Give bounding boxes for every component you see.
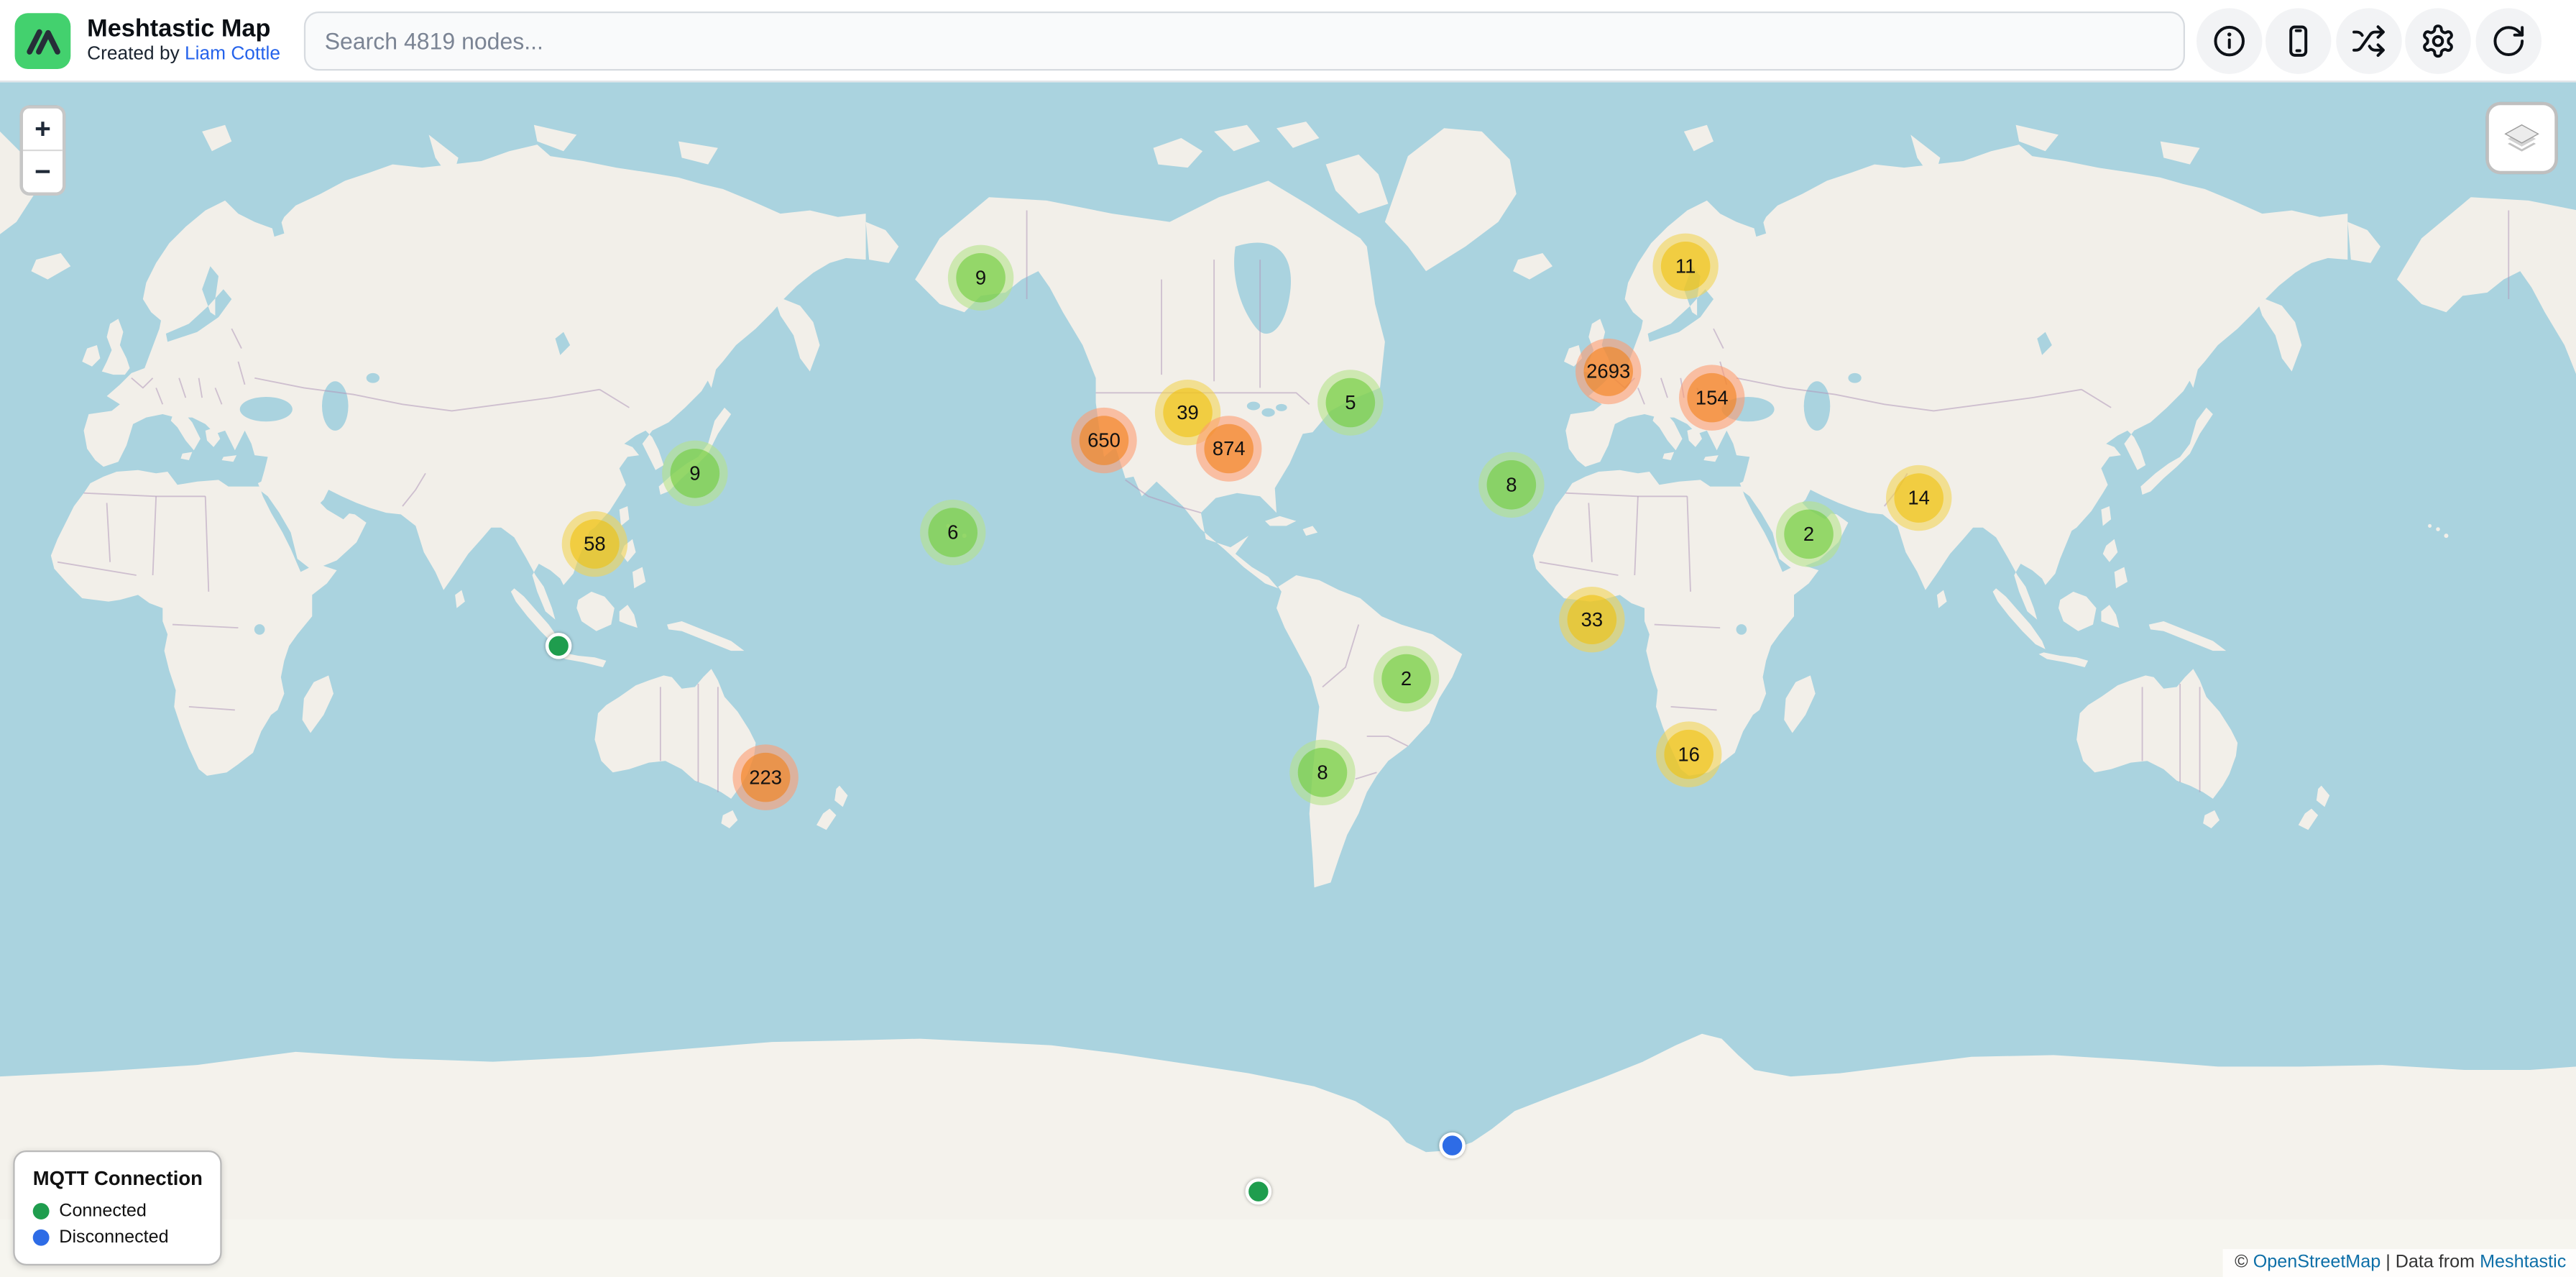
mqtt-legend: MQTT Connection Connected Disconnected [13,1150,222,1265]
node-cluster-marker[interactable]: 2 [1374,646,1439,711]
mobile-app-button[interactable] [2266,7,2331,73]
legend-label: Disconnected [59,1227,168,1247]
meshtastic-link[interactable]: Meshtastic [2480,1253,2566,1272]
connected-dot-icon [33,1203,50,1219]
legend-label: Connected [59,1202,147,1221]
node-cluster-marker[interactable]: 154 [1679,365,1744,430]
osm-link[interactable]: OpenStreetMap [2253,1253,2381,1272]
gear-icon [2420,22,2456,58]
legend-title: MQTT Connection [33,1167,203,1190]
smartphone-icon [2281,22,2317,58]
node-cluster-marker[interactable]: 16 [1656,721,1721,787]
meshtastic-logo-icon [15,12,71,68]
node-cluster-marker[interactable]: 8 [1289,740,1355,805]
node-cluster-marker[interactable]: 6 [920,500,985,565]
node-cluster-marker[interactable]: 9 [662,441,727,506]
info-icon [2211,22,2247,58]
node-cluster-marker[interactable]: 11 [1652,234,1718,299]
legend-item-connected: Connected [33,1202,203,1221]
random-node-button[interactable] [2335,7,2401,73]
node-cluster-marker[interactable]: 874 [1196,416,1261,481]
shuffle-icon [2350,22,2386,58]
map-canvas[interactable]: + − 939650874526931541183316214958628223… [0,82,2576,1277]
layers-icon [2499,115,2545,161]
header-buttons [2196,7,2541,73]
refresh-icon [2490,22,2526,58]
author-link[interactable]: Liam Cottle [185,44,280,63]
page-title: Meshtastic Map [87,15,280,43]
node-cluster-marker[interactable]: 2 [1776,501,1841,567]
settings-button[interactable] [2406,7,2471,73]
node-cluster-marker[interactable]: 8 [1478,452,1544,518]
search-input[interactable] [303,11,2184,70]
node-marker-connected[interactable] [546,633,572,659]
byline: Created by Liam Cottle [87,44,280,65]
disconnected-dot-icon [33,1230,50,1246]
info-button[interactable] [2196,7,2261,73]
zoom-out-button[interactable]: − [23,151,63,192]
zoom-in-button[interactable]: + [23,109,63,151]
node-cluster-marker[interactable]: 5 [1317,370,1383,435]
node-cluster-marker[interactable]: 14 [1886,465,1951,531]
byline-text: Created by [87,44,185,63]
logo-glyph [15,12,71,68]
zoom-control: + − [19,105,65,196]
attribution: © OpenStreetMap | Data from Meshtastic [2223,1249,2576,1277]
node-cluster-marker[interactable]: 650 [1071,408,1136,473]
node-cluster-marker[interactable]: 33 [1559,587,1624,652]
node-cluster-marker[interactable]: 2693 [1576,339,1641,404]
attribution-copyright: © [2235,1253,2253,1272]
markers-layer: 939650874526931541183316214958628223 [0,82,2576,1277]
attribution-middle: | Data from [2380,1253,2480,1272]
refresh-button[interactable] [2475,7,2541,73]
node-cluster-marker[interactable]: 58 [562,511,627,577]
layers-control[interactable] [2485,102,2558,175]
node-marker-disconnected[interactable] [1439,1132,1466,1159]
node-cluster-marker[interactable]: 223 [732,744,798,810]
node-marker-connected[interactable] [1246,1178,1272,1205]
legend-item-disconnected: Disconnected [33,1227,203,1247]
node-cluster-marker[interactable]: 9 [948,245,1013,311]
top-bar: Meshtastic Map Created by Liam Cottle [0,0,2576,82]
